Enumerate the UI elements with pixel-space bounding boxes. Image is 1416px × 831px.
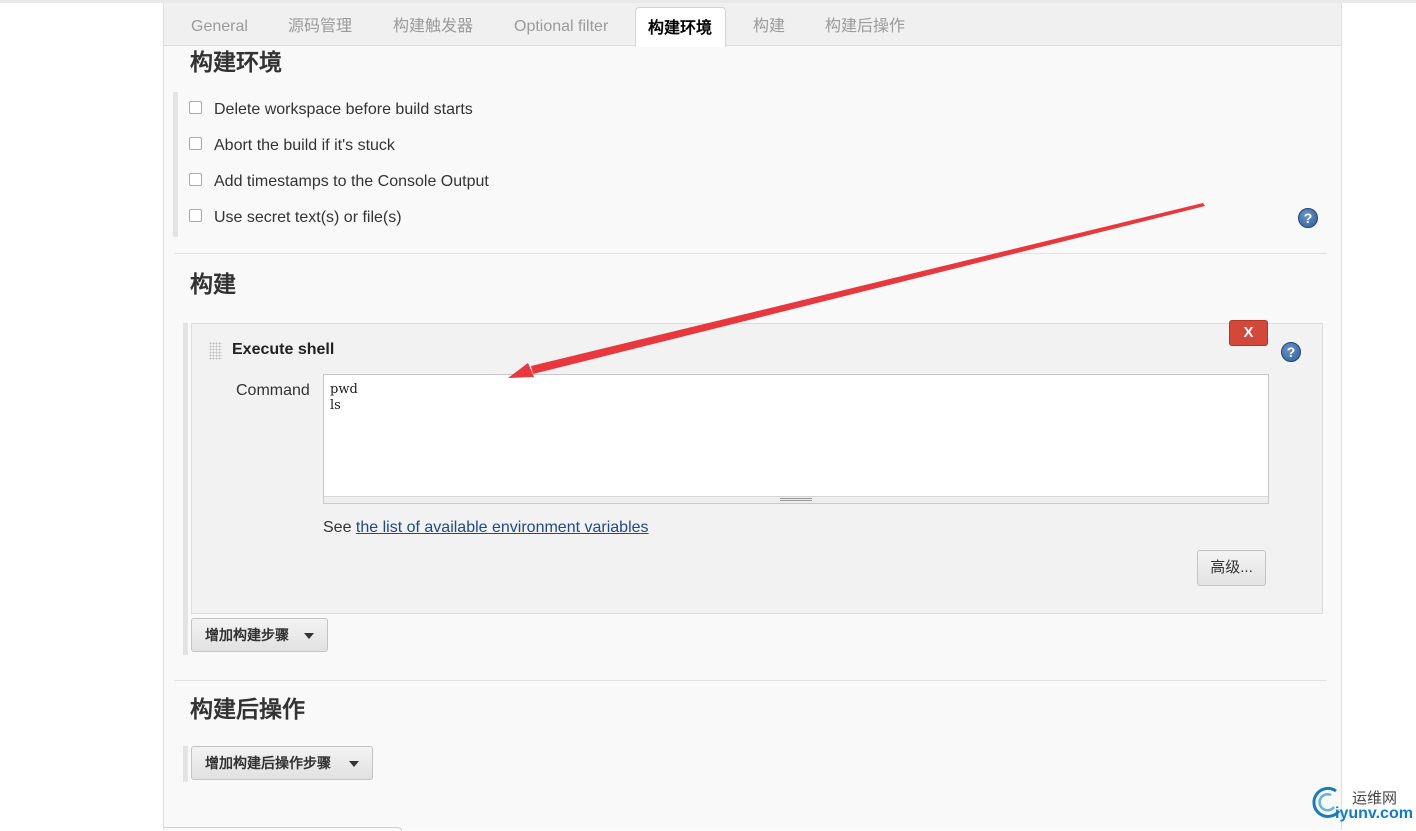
bottom-tab-edge — [164, 827, 402, 831]
step-title: Execute shell — [232, 341, 335, 358]
section-bar — [183, 323, 188, 655]
caret-down-icon — [304, 633, 314, 639]
option-secret-text[interactable]: Use secret text(s) or file(s) — [189, 207, 402, 229]
command-label: Command — [236, 382, 310, 399]
button-label: 增加构建步骤 — [205, 627, 289, 643]
tab-build-environment[interactable]: 构建环境 — [635, 7, 726, 47]
tab-build-triggers[interactable]: 构建触发器 — [393, 3, 473, 46]
option-label: Delete workspace before build starts — [214, 101, 473, 118]
delete-step-button[interactable]: X — [1229, 320, 1268, 346]
section-divider — [174, 680, 1326, 681]
tab-general[interactable]: General — [191, 3, 248, 46]
advanced-button[interactable]: 高级... — [1197, 550, 1266, 586]
drag-handle-icon[interactable] — [209, 342, 222, 360]
see-prefix: See — [323, 519, 356, 536]
question-icon[interactable]: ? — [1281, 342, 1301, 362]
build-env-title: 构建环境 — [190, 49, 282, 75]
add-build-step-button[interactable]: 增加构建步骤 — [191, 618, 328, 652]
config-panel: General 源码管理 构建触发器 Optional filter 构建环境 … — [163, 3, 1342, 831]
command-textarea[interactable]: pwd ls — [323, 374, 1269, 504]
watermark: 运维网 iyunv.com — [1305, 783, 1415, 828]
option-label: Add timestamps to the Console Output — [214, 173, 489, 190]
caret-down-icon — [349, 761, 359, 767]
option-abort-stuck[interactable]: Abort the build if it's stuck — [189, 135, 395, 157]
execute-shell-step: Execute shell X ? Command pwd ls See the… — [191, 320, 1323, 614]
tab-build[interactable]: 构建 — [753, 3, 785, 46]
checkbox[interactable] — [189, 172, 202, 186]
env-vars-hint: See the list of available environment va… — [323, 519, 649, 537]
option-label: Abort the build if it's stuck — [214, 137, 395, 154]
option-label: Use secret text(s) or file(s) — [214, 209, 402, 226]
tab-post-build-actions[interactable]: 构建后操作 — [825, 3, 905, 46]
button-label: 增加构建后操作步骤 — [205, 755, 331, 771]
resize-grip-icon — [780, 498, 812, 501]
add-post-build-step-button[interactable]: 增加构建后操作步骤 — [191, 746, 373, 780]
checkbox[interactable] — [189, 100, 202, 114]
tab-optional-filter[interactable]: Optional filter — [514, 3, 608, 46]
section-bar — [183, 746, 188, 782]
command-text: pwd ls — [330, 382, 358, 413]
env-vars-link[interactable]: the list of available environment variab… — [356, 519, 649, 536]
section-divider — [174, 253, 1326, 254]
question-icon[interactable]: ? — [1298, 208, 1318, 228]
checkbox[interactable] — [189, 136, 202, 150]
textarea-resize-handle[interactable] — [324, 496, 1268, 503]
build-title: 构建 — [190, 271, 236, 297]
tab-source-management[interactable]: 源码管理 — [288, 3, 352, 46]
config-tab-bar: General 源码管理 构建触发器 Optional filter 构建环境 … — [164, 3, 1341, 47]
section-bar — [173, 92, 178, 237]
watermark-en: iyunv.com — [1335, 805, 1413, 822]
post-build-title: 构建后操作 — [190, 696, 305, 722]
option-delete-workspace[interactable]: Delete workspace before build starts — [189, 99, 473, 121]
checkbox[interactable] — [189, 208, 202, 222]
option-add-timestamps[interactable]: Add timestamps to the Console Output — [189, 171, 489, 193]
